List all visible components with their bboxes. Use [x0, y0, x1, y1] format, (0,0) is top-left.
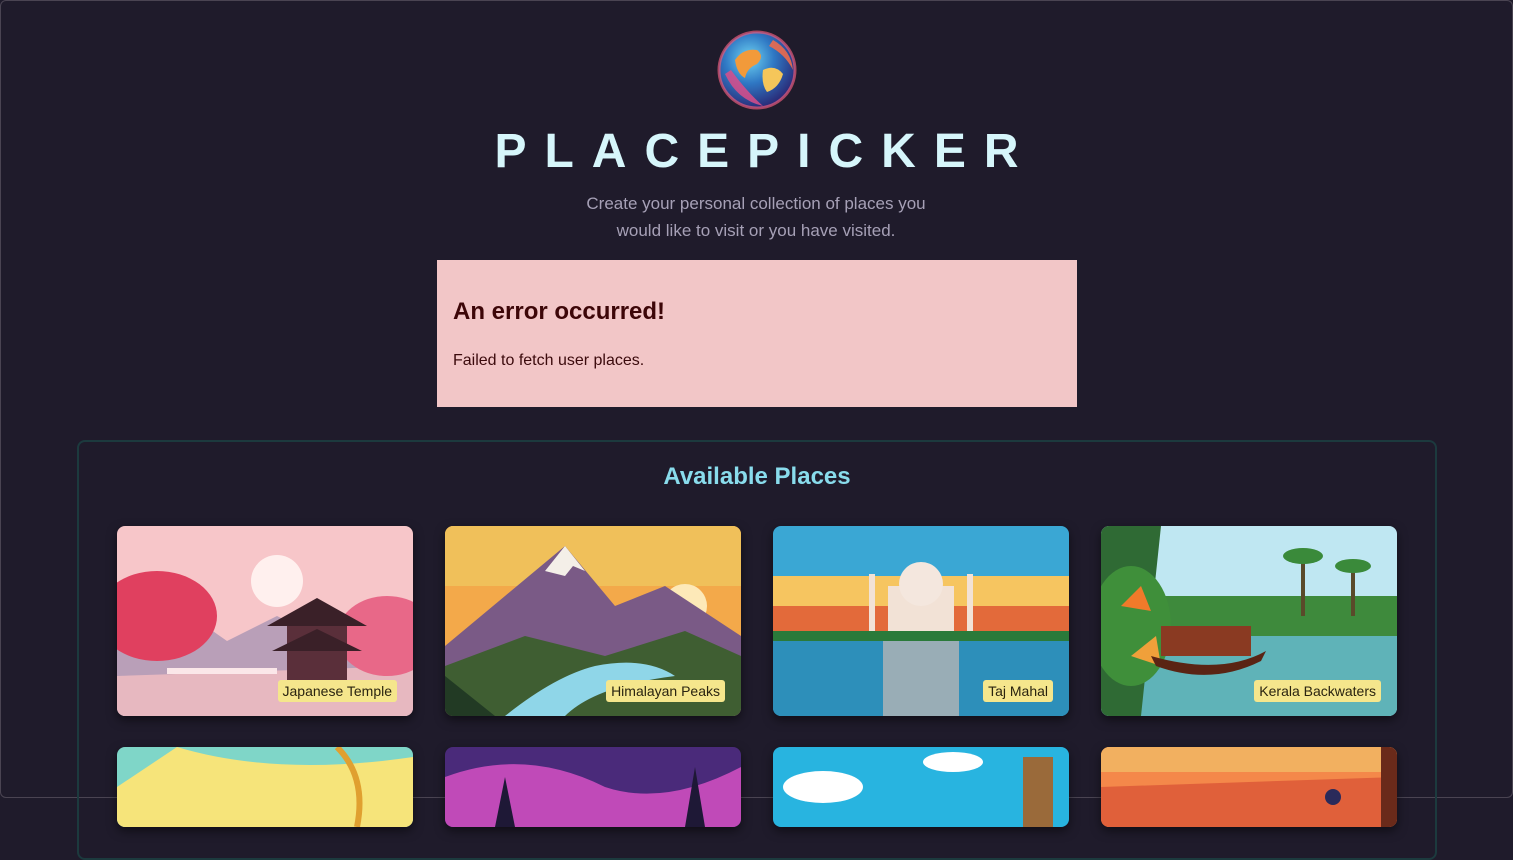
subtitle-line-2: would like to visit or you have visited.	[616, 221, 896, 240]
error-box: An error occurred! Failed to fetch user …	[437, 260, 1077, 407]
place-card-label: Japanese Temple	[277, 680, 397, 702]
place-card-row2-1[interactable]	[117, 747, 413, 827]
globe-logo-icon	[717, 30, 797, 110]
error-message: Failed to fetch user places.	[453, 352, 645, 369]
place-image	[117, 747, 413, 827]
place-image	[773, 747, 1069, 827]
place-card-row2-2[interactable]	[445, 747, 741, 827]
app-subtitle: Create your personal collection of place…	[556, 190, 956, 244]
place-card-himalayan-peaks[interactable]: Himalayan Peaks	[445, 526, 741, 716]
place-card-label: Taj Mahal	[983, 680, 1053, 702]
place-card-taj-mahal[interactable]: Taj Mahal	[773, 526, 1069, 716]
place-card-kerala-backwaters[interactable]: Kerala Backwaters	[1101, 526, 1397, 716]
place-image	[1101, 747, 1397, 827]
place-card-label: Kerala Backwaters	[1254, 680, 1381, 702]
place-card-row2-3[interactable]	[773, 747, 1069, 827]
subtitle-line-1: Create your personal collection of place…	[586, 194, 926, 213]
app-title: PLACEPICKER	[494, 125, 1037, 178]
place-card-row2-4[interactable]	[1101, 747, 1397, 827]
place-card-japanese-temple[interactable]: Japanese Temple	[117, 526, 413, 716]
place-image	[445, 747, 741, 827]
place-card-label: Himalayan Peaks	[606, 680, 725, 702]
available-places-heading: Available Places	[663, 463, 851, 490]
error-title: An error occurred!	[453, 298, 666, 325]
